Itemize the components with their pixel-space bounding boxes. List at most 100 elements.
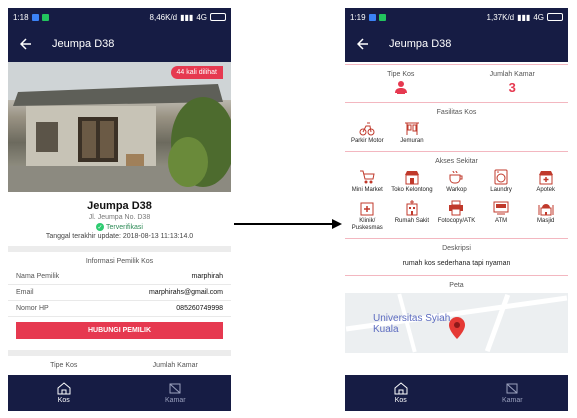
map-view[interactable]: Universitas Syiah Kuala <box>345 293 568 353</box>
access-item: Rumah Sakit <box>390 200 435 232</box>
network-speed: 8,46K/d <box>149 12 178 22</box>
access-title: Akses Sekitar <box>435 158 478 165</box>
person-icon <box>394 81 407 94</box>
type-label: Tipe Kos <box>50 362 78 369</box>
nav-kos-label: Kos <box>57 397 70 404</box>
map-title: Peta <box>449 282 464 289</box>
access-item: Fotocopy/ATK <box>434 200 479 232</box>
hospital-icon <box>406 200 418 216</box>
house-icon <box>394 382 408 395</box>
page-title: Jeumpa D38 <box>52 38 115 50</box>
nav-kamar-label: Kamar <box>501 397 523 404</box>
room-icon <box>506 383 518 394</box>
access-label: Mini Market <box>351 187 383 193</box>
back-arrow-icon <box>20 38 31 50</box>
access-section: Akses Sekitar Mini Market Toko Kelontong… <box>345 152 568 238</box>
access-label: Klinik/ Puskesmas <box>351 218 383 231</box>
pharmacy-icon <box>538 171 553 185</box>
motorbike-icon <box>359 122 375 136</box>
contact-owner-button[interactable]: HUBUNGI PEMILIK <box>16 322 223 339</box>
access-item: Mini Market <box>345 169 390 194</box>
facilities-section: Fasilitas Kos Parkir Motor Jemuran <box>345 103 568 151</box>
owner-name-row: Nama Pemilik marphirah <box>8 269 231 285</box>
clothesline-icon <box>404 122 419 135</box>
access-label: Warkop <box>446 187 467 193</box>
view-count-badge: 44 kali dilihat <box>170 66 223 79</box>
kos-stats: Tipe Kos Jumlah Kamar 3 <box>345 65 568 96</box>
row-value: marphirah <box>191 273 223 280</box>
owner-email-row: Email marphirahs@gmail.com <box>8 285 231 301</box>
check-circle-icon: ✓ <box>96 223 105 231</box>
verified-label: Terverifikasi <box>106 223 143 231</box>
battery-icon <box>547 13 563 21</box>
house-icon <box>57 382 71 395</box>
nav-kamar[interactable]: Kamar <box>120 375 232 411</box>
rooms-value: 3 <box>508 80 516 95</box>
notification-icon <box>368 13 376 21</box>
access-item: Apotek <box>523 169 568 194</box>
kos-photo: 44 kali dilihat <box>8 62 231 192</box>
facilities-grid: Parkir Motor Jemuran <box>345 120 568 151</box>
back-button[interactable] <box>345 26 381 62</box>
detail-content[interactable]: 44 kali dilihat Jeumpa D38 Jl. Jeumpa No… <box>8 62 231 375</box>
description-text: rumah kos sederhana tapi nyaman <box>402 260 511 267</box>
notification-icon <box>31 13 39 21</box>
screen-before: 1:18 8,46K/d ▮▮▮ 4G Jeumpa D38 44 kali d… <box>8 8 231 411</box>
access-label: Rumah Sakit <box>394 218 430 224</box>
detail-content[interactable]: Tipe Kos Jumlah Kamar 3 Fasilitas Kos Pa… <box>345 62 568 375</box>
type-label: Tipe Kos <box>387 71 415 78</box>
coffee-icon <box>449 170 463 184</box>
cart-icon <box>360 170 375 184</box>
app-notification-icon <box>41 13 49 21</box>
kos-address: Jl. Jeumpa No. D38 <box>88 214 151 221</box>
access-label: Toko Kelontong <box>391 187 433 193</box>
app-notification-icon <box>378 13 386 21</box>
app-bar: Jeumpa D38 <box>8 26 231 62</box>
nav-kos[interactable]: Kos <box>345 375 457 411</box>
type-block: Tipe Kos <box>345 65 457 96</box>
house-photo-illustration <box>8 62 231 192</box>
description-section: Deskripsi rumah kos sederhana tapi nyama… <box>345 239 568 275</box>
verified-status: ✓ Terverifikasi <box>8 223 231 231</box>
nav-kamar-label: Kamar <box>164 397 186 404</box>
status-bar: 1:19 1,37K/d ▮▮▮ 4G <box>345 8 568 26</box>
signal-icon: ▮▮▮ <box>517 12 531 22</box>
access-item: ATM <box>479 200 524 232</box>
access-label: Fotocopy/ATK <box>437 218 476 224</box>
back-button[interactable] <box>8 26 44 62</box>
access-label: Laundry <box>490 187 512 193</box>
facility-item: Jemuran <box>390 120 435 145</box>
mosque-icon <box>538 204 554 216</box>
room-icon <box>169 383 181 394</box>
description-title: Deskripsi <box>442 245 471 252</box>
shop-icon <box>404 171 419 185</box>
last-update: Tanggal terakhir update: 2018-08-13 11:1… <box>45 233 194 240</box>
network-type: 4G <box>533 12 544 22</box>
facility-label: Jemuran <box>400 138 424 144</box>
rooms-label: Jumlah Kamar <box>489 71 535 78</box>
app-bar: Jeumpa D38 <box>345 26 568 62</box>
row-label: Email <box>16 289 34 296</box>
bottom-navigation: Kos Kamar <box>8 375 231 411</box>
kos-info: Jeumpa D38 Jl. Jeumpa No. D38 ✓ Terverif… <box>8 192 231 369</box>
battery-icon <box>210 13 226 21</box>
kos-stats: Tipe Kos Jumlah Kamar <box>8 356 231 369</box>
facility-item: Parkir Motor <box>345 120 390 145</box>
map-pin-icon[interactable] <box>449 317 465 339</box>
nav-kamar[interactable]: Kamar <box>457 375 569 411</box>
rooms-label: Jumlah Kamar <box>152 362 198 369</box>
access-item: Laundry <box>479 169 524 194</box>
row-label: Nama Pemilik <box>16 273 60 280</box>
signal-icon: ▮▮▮ <box>180 12 194 22</box>
access-label: Apotek <box>536 187 556 193</box>
status-bar: 1:18 8,46K/d ▮▮▮ 4G <box>8 8 231 26</box>
screen-after: 1:19 1,37K/d ▮▮▮ 4G Jeumpa D38 Tipe Kos … <box>345 8 568 411</box>
network-speed: 1,37K/d <box>486 12 515 22</box>
access-label: Masjid <box>537 218 555 224</box>
transition-arrow-icon <box>234 219 342 229</box>
nav-kos[interactable]: Kos <box>8 375 120 411</box>
map-section: Peta Universitas Syiah Kuala <box>345 276 568 353</box>
row-label: Nomor HP <box>16 305 49 312</box>
status-time: 1:19 <box>350 12 366 22</box>
laundry-icon <box>494 169 508 185</box>
